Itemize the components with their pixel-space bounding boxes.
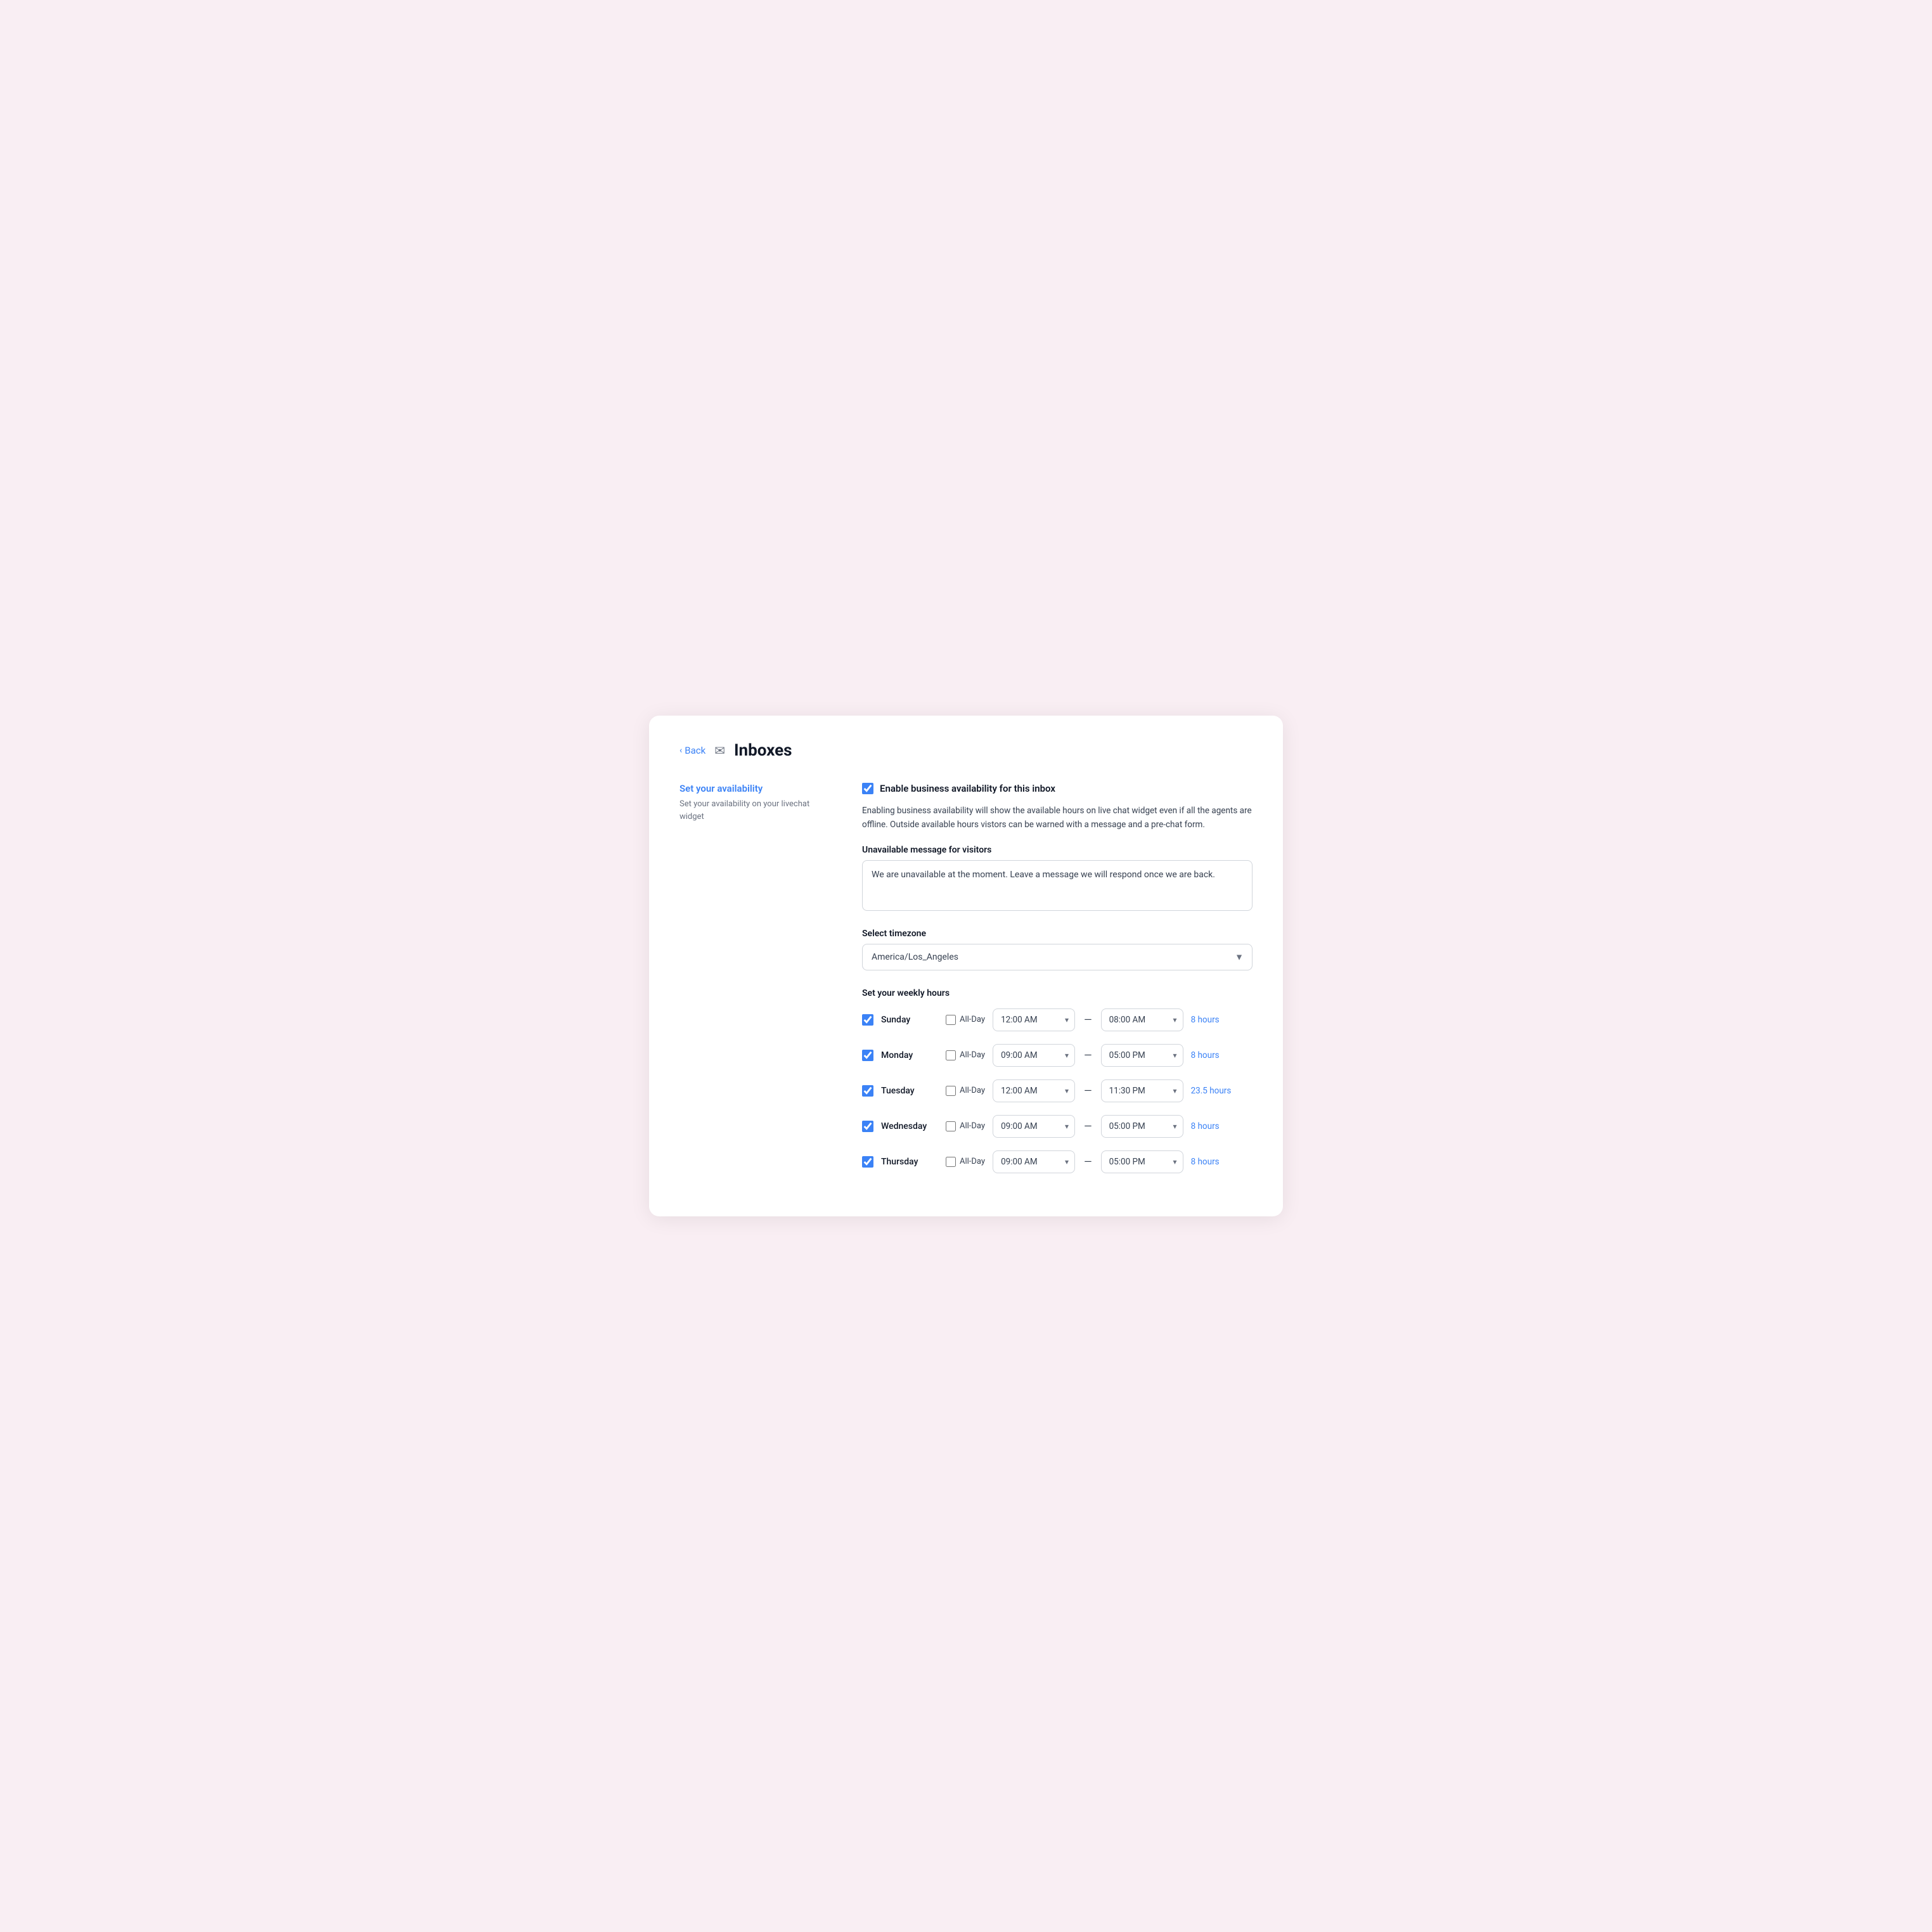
day-name-sunday: Sunday: [881, 1015, 938, 1025]
inbox-icon: ✉: [714, 743, 725, 758]
allday-checkbox-monday[interactable]: [946, 1050, 956, 1060]
sidebar-title: Set your availability: [679, 783, 832, 794]
time-dash: —: [1083, 1014, 1093, 1026]
day-checkbox-thursday[interactable]: [862, 1156, 873, 1168]
main-content: Enable business availability for this in…: [862, 783, 1253, 1185]
end-time-wrapper-monday: 12:00 AM12:30 AM01:00 AM01:30 AM02:00 AM…: [1101, 1044, 1183, 1067]
end-time-select-wednesday[interactable]: 12:00 AM12:30 AM01:00 AM01:30 AM02:00 AM…: [1101, 1115, 1183, 1138]
day-row: Tuesday All-Day 12:00 AM12:30 AM01:00 AM01…: [862, 1079, 1253, 1102]
allday-label-thursday: All-Day: [960, 1157, 985, 1166]
end-time-wrapper-wednesday: 12:00 AM12:30 AM01:00 AM01:30 AM02:00 AM…: [1101, 1115, 1183, 1138]
time-dash: —: [1083, 1049, 1093, 1061]
enable-availability-checkbox[interactable]: [862, 783, 873, 794]
day-row: Monday All-Day 12:00 AM12:30 AM01:00 AM01:…: [862, 1044, 1253, 1067]
start-time-wrapper-thursday: 12:00 AM12:30 AM01:00 AM01:30 AM02:00 AM…: [993, 1150, 1075, 1173]
hours-label-thursday: 8 hours: [1191, 1157, 1229, 1167]
allday-wrapper-wednesday: All-Day: [946, 1121, 985, 1131]
end-time-wrapper-thursday: 12:00 AM12:30 AM01:00 AM01:30 AM02:00 AM…: [1101, 1150, 1183, 1173]
day-name-thursday: Thursday: [881, 1157, 938, 1167]
allday-label-sunday: All-Day: [960, 1015, 985, 1024]
allday-checkbox-sunday[interactable]: [946, 1015, 956, 1025]
end-time-select-tuesday[interactable]: 12:00 AM12:30 AM01:00 AM01:30 AM02:00 AM…: [1101, 1079, 1183, 1102]
enable-availability-label: Enable business availability for this in…: [880, 783, 1055, 794]
day-row: Thursday All-Day 12:00 AM12:30 AM01:00 AM0…: [862, 1150, 1253, 1173]
back-link[interactable]: ‹ Back: [679, 745, 705, 756]
enable-availability-row: Enable business availability for this in…: [862, 783, 1253, 794]
allday-wrapper-tuesday: All-Day: [946, 1086, 985, 1096]
day-rows-container: Sunday All-Day 12:00 AM12:30 AM01:00 AM01:…: [862, 1008, 1253, 1173]
start-time-wrapper-wednesday: 12:00 AM12:30 AM01:00 AM01:30 AM02:00 AM…: [993, 1115, 1075, 1138]
weekly-hours-title: Set your weekly hours: [862, 988, 1253, 998]
info-text: Enabling business availability will show…: [862, 804, 1253, 832]
back-label: Back: [685, 745, 705, 756]
hours-label-wednesday: 8 hours: [1191, 1121, 1229, 1131]
day-checkbox-monday[interactable]: [862, 1050, 873, 1061]
unavailable-message-label: Unavailable message for visitors: [862, 845, 1253, 855]
day-checkbox-tuesday[interactable]: [862, 1085, 873, 1097]
allday-wrapper-monday: All-Day: [946, 1050, 985, 1060]
start-time-select-monday[interactable]: 12:00 AM12:30 AM01:00 AM01:30 AM02:00 AM…: [993, 1044, 1075, 1067]
allday-checkbox-thursday[interactable]: [946, 1157, 956, 1167]
allday-checkbox-tuesday[interactable]: [946, 1086, 956, 1096]
allday-wrapper-sunday: All-Day: [946, 1015, 985, 1025]
time-dash: —: [1083, 1156, 1093, 1168]
start-time-select-thursday[interactable]: 12:00 AM12:30 AM01:00 AM01:30 AM02:00 AM…: [993, 1150, 1075, 1173]
time-dash: —: [1083, 1120, 1093, 1132]
content: Set your availability Set your availabil…: [679, 783, 1253, 1185]
page-title: Inboxes: [734, 741, 792, 760]
timezone-select-wrapper: America/Los_Angeles America/New_York Ame…: [862, 944, 1253, 970]
end-time-select-sunday[interactable]: 12:00 AM12:30 AM01:00 AM01:30 AM02:00 AM…: [1101, 1008, 1183, 1031]
day-checkbox-sunday[interactable]: [862, 1014, 873, 1026]
allday-wrapper-thursday: All-Day: [946, 1157, 985, 1167]
allday-checkbox-wednesday[interactable]: [946, 1121, 956, 1131]
start-time-select-tuesday[interactable]: 12:00 AM12:30 AM01:00 AM01:30 AM02:00 AM…: [993, 1079, 1075, 1102]
allday-label-wednesday: All-Day: [960, 1121, 985, 1131]
day-name-monday: Monday: [881, 1050, 938, 1060]
hours-label-tuesday: 23.5 hours: [1191, 1086, 1232, 1096]
sidebar: Set your availability Set your availabil…: [679, 783, 832, 1185]
hours-label-sunday: 8 hours: [1191, 1015, 1229, 1025]
end-time-select-thursday[interactable]: 12:00 AM12:30 AM01:00 AM01:30 AM02:00 AM…: [1101, 1150, 1183, 1173]
allday-label-monday: All-Day: [960, 1050, 985, 1060]
header: ‹ Back ✉ Inboxes: [679, 741, 1253, 760]
timezone-label: Select timezone: [862, 929, 1253, 939]
hours-label-monday: 8 hours: [1191, 1050, 1229, 1060]
end-time-select-monday[interactable]: 12:00 AM12:30 AM01:00 AM01:30 AM02:00 AM…: [1101, 1044, 1183, 1067]
day-row: Sunday All-Day 12:00 AM12:30 AM01:00 AM01:…: [862, 1008, 1253, 1031]
start-time-wrapper-monday: 12:00 AM12:30 AM01:00 AM01:30 AM02:00 AM…: [993, 1044, 1075, 1067]
settings-card: ‹ Back ✉ Inboxes Set your availability S…: [649, 716, 1283, 1216]
time-dash: —: [1083, 1085, 1093, 1097]
back-chevron-icon: ‹: [679, 745, 682, 756]
start-time-wrapper-sunday: 12:00 AM12:30 AM01:00 AM01:30 AM02:00 AM…: [993, 1008, 1075, 1031]
day-name-wednesday: Wednesday: [881, 1121, 938, 1131]
day-name-tuesday: Tuesday: [881, 1086, 938, 1096]
end-time-wrapper-tuesday: 12:00 AM12:30 AM01:00 AM01:30 AM02:00 AM…: [1101, 1079, 1183, 1102]
start-time-wrapper-tuesday: 12:00 AM12:30 AM01:00 AM01:30 AM02:00 AM…: [993, 1079, 1075, 1102]
day-row: Wednesday All-Day 12:00 AM12:30 AM01:00 AM…: [862, 1115, 1253, 1138]
timezone-select[interactable]: America/Los_Angeles America/New_York Ame…: [862, 944, 1253, 970]
start-time-select-sunday[interactable]: 12:00 AM12:30 AM01:00 AM01:30 AM02:00 AM…: [993, 1008, 1075, 1031]
start-time-select-wednesday[interactable]: 12:00 AM12:30 AM01:00 AM01:30 AM02:00 AM…: [993, 1115, 1075, 1138]
day-checkbox-wednesday[interactable]: [862, 1121, 873, 1132]
allday-label-tuesday: All-Day: [960, 1086, 985, 1095]
end-time-wrapper-sunday: 12:00 AM12:30 AM01:00 AM01:30 AM02:00 AM…: [1101, 1008, 1183, 1031]
unavailable-message-textarea[interactable]: We are unavailable at the moment. Leave …: [862, 860, 1253, 911]
sidebar-description: Set your availability on your livechat w…: [679, 798, 832, 823]
